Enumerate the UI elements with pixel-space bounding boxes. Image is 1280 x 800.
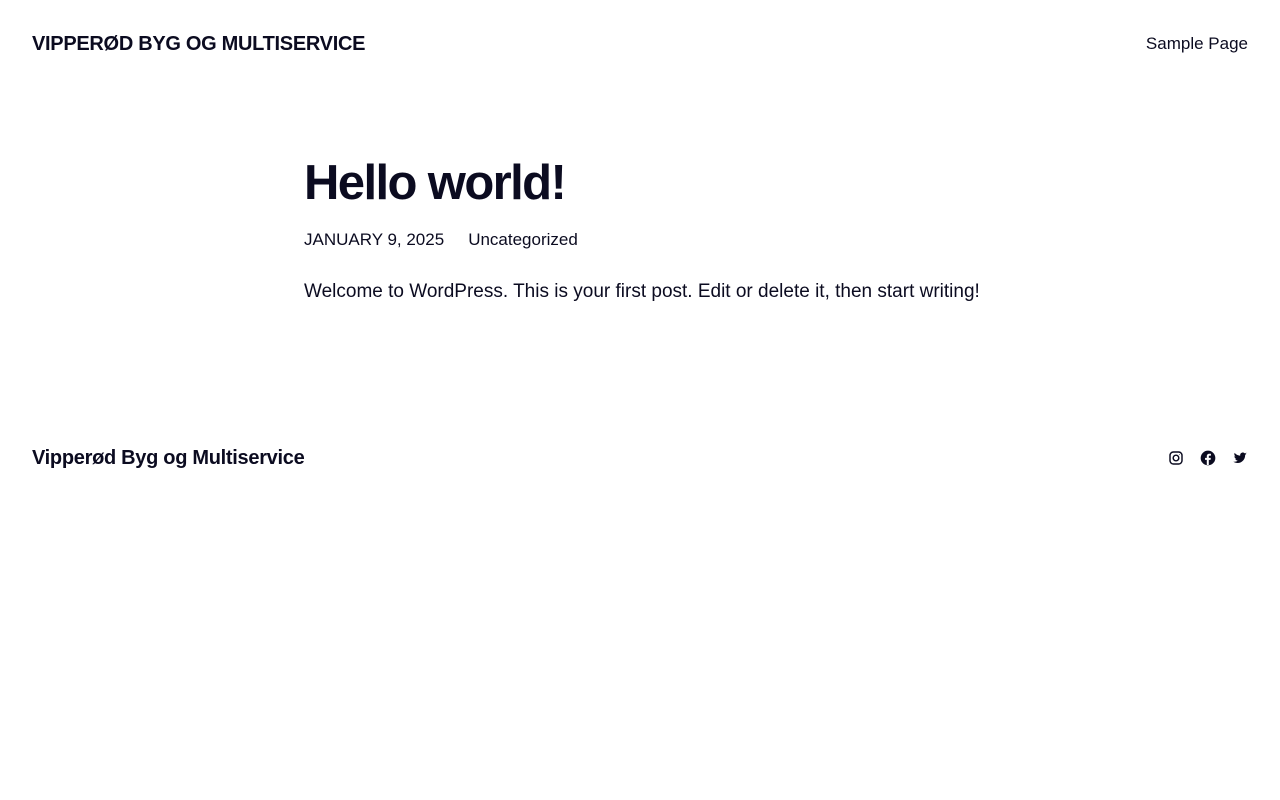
social-links bbox=[1168, 450, 1248, 466]
instagram-icon bbox=[1168, 450, 1184, 466]
nav-item-sample-page[interactable]: Sample Page bbox=[1146, 34, 1248, 54]
twitter-icon bbox=[1232, 450, 1248, 466]
twitter-link[interactable] bbox=[1232, 450, 1248, 466]
post-category-link[interactable]: Uncategorized bbox=[468, 230, 578, 250]
site-title-link[interactable]: Vipperød Byg og Multiservice bbox=[32, 33, 365, 56]
footer-site-title-link[interactable]: Vipperød Byg og Multiservice bbox=[32, 447, 305, 470]
post-title: Hello world! bbox=[304, 156, 567, 210]
site-footer: Vipperød Byg og Multiservice bbox=[32, 444, 1248, 472]
post-meta: January 9, 2025 Uncategorized bbox=[304, 228, 1004, 252]
post: Hello world! January 9, 2025 Uncategoriz… bbox=[304, 150, 1004, 324]
post-date-link[interactable]: January 9, 2025 bbox=[304, 230, 444, 250]
post-content: Welcome to WordPress. This is your first… bbox=[304, 281, 980, 302]
primary-navigation: Sample Page bbox=[1146, 34, 1248, 54]
facebook-link[interactable] bbox=[1200, 450, 1216, 466]
facebook-icon bbox=[1200, 450, 1216, 466]
instagram-link[interactable] bbox=[1168, 450, 1184, 466]
site-header: Vipperød Byg og Multiservice Sample Page bbox=[32, 24, 1248, 64]
